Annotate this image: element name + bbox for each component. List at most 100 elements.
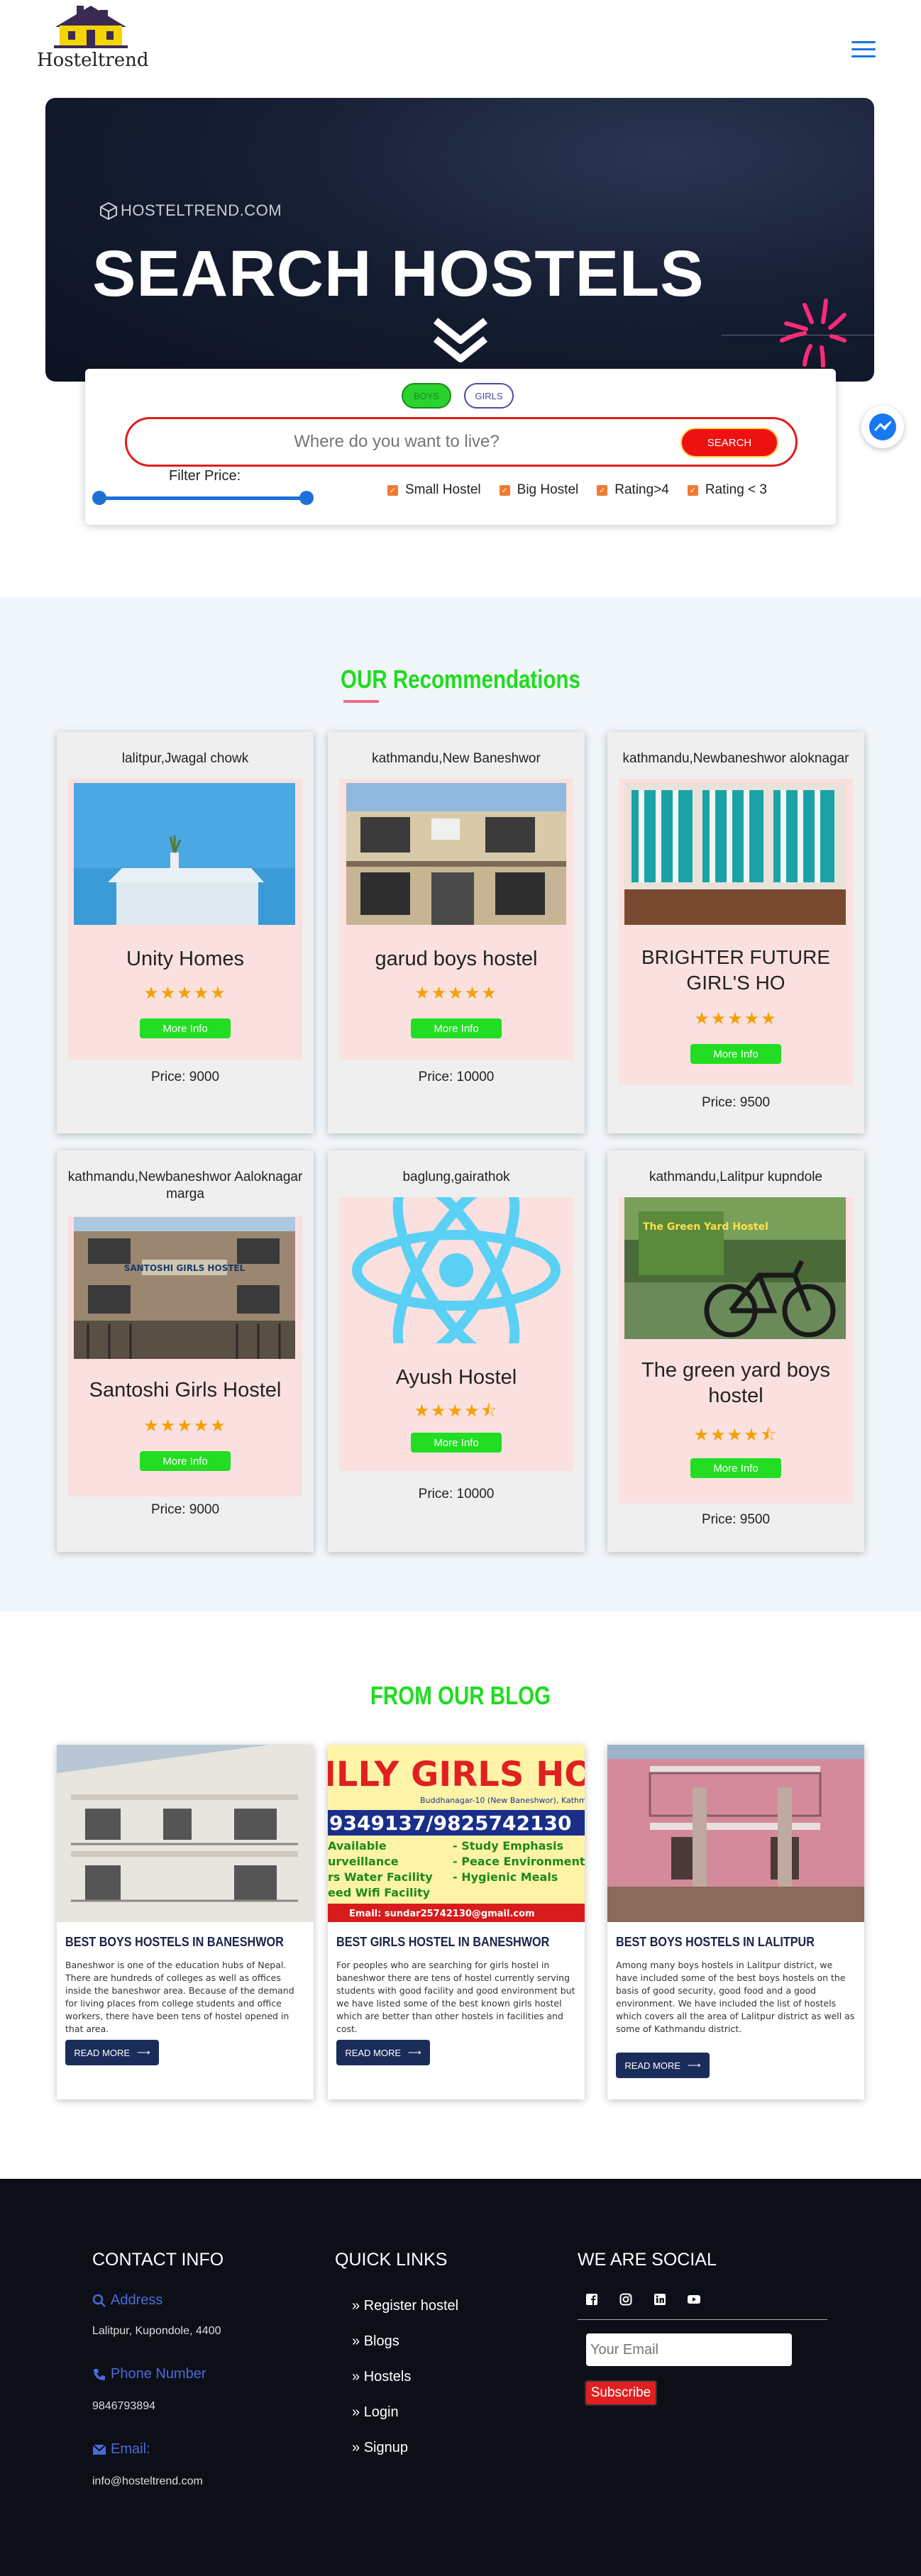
quick-link-label: Blogs (363, 2333, 399, 2349)
blog-heading[interactable]: BEST BOYS HOSTELS IN BANESHWOR (65, 1935, 284, 1950)
checkbox-icon[interactable]: ✓ (597, 484, 608, 496)
blog-image[interactable] (57, 1745, 314, 1922)
boys-toggle[interactable]: BOYS (402, 383, 451, 409)
banner-feature: rs Water Facility (328, 1870, 433, 1884)
slider-max-thumb[interactable] (299, 491, 314, 505)
more-info-button[interactable]: More Info (140, 1451, 231, 1471)
double-chevron-icon: » (352, 2369, 364, 2385)
blog-image[interactable] (607, 1745, 864, 1922)
quick-link-label: Login (363, 2404, 399, 2420)
double-chevron-icon: » (352, 2440, 364, 2455)
search-panel: BOYS GIRLS SEARCH Filter Price: ✓ Small H… (85, 369, 836, 525)
more-info-button[interactable]: More Info (140, 1018, 231, 1038)
hostel-card[interactable]: baglung,gairathok Ayush Hostel ★★★★⯪ Mor… (328, 1150, 585, 1552)
hostel-name: BRIGHTER FUTURE GIRL'S HO (641, 946, 830, 994)
hostel-card[interactable]: kathmandu,Newbaneshwor aloknagar BRIGHTE… (607, 732, 864, 1133)
blog-card[interactable]: BEST BOYS HOSTELS IN BANESHWOR Baneshwor… (57, 1745, 314, 2099)
check-label: Rating < 3 (705, 482, 768, 497)
hostel-name: Unity Homes (126, 948, 244, 970)
girls-toggle[interactable]: GIRLS (464, 383, 514, 409)
read-more-label: READ MORE (345, 2047, 402, 2058)
quick-link[interactable]: » Hostels (352, 2369, 411, 2385)
hostel-card[interactable]: lalitpur,Jwagal chowk Unity Homes ★★★★★ … (57, 732, 314, 1133)
more-info-button[interactable]: More Info (690, 1458, 781, 1478)
blog-heading[interactable]: BEST GIRLS HOSTEL IN BANESHWOR (336, 1935, 549, 1950)
price-slider[interactable] (92, 489, 314, 506)
address-label-text: Address (111, 2292, 163, 2308)
quick-link[interactable]: » Blogs (352, 2333, 399, 2350)
hero-brand-text: HOSTELTREND.COM (121, 201, 282, 219)
youtube-icon[interactable] (687, 2292, 701, 2306)
blog-heading[interactable]: BEST BOYS HOSTELS IN LALITPUR (616, 1935, 815, 1950)
checkbox-icon[interactable]: ✓ (387, 484, 398, 496)
phone-label: Phone Number (92, 2366, 206, 2382)
checkbox-icon[interactable]: ✓ (499, 484, 510, 496)
more-info-button[interactable]: More Info (690, 1044, 781, 1064)
search-button[interactable]: SEARCH (680, 428, 778, 457)
hostel-image[interactable] (74, 783, 295, 925)
double-chevron-icon: » (352, 2404, 364, 2420)
email-label: Email: (92, 2441, 150, 2458)
hostel-image[interactable] (346, 1197, 566, 1343)
hostel-image[interactable] (624, 783, 846, 925)
banner-feature: urveillance (328, 1855, 399, 1868)
hostel-card[interactable]: kathmandu,Newbaneshwor Aaloknagar marga … (57, 1150, 314, 1552)
star-rating: ★★★★★ (143, 984, 227, 1003)
filter-checks: ✓ Small Hostel ✓ Big Hostel ✓ Rating>4 ✓ Rat… (387, 482, 767, 498)
read-more-label: READ MORE (74, 2047, 131, 2058)
hostel-card[interactable]: kathmandu,New Baneshwor garud boys hoste… (328, 732, 585, 1133)
chevrons-down-icon[interactable] (429, 316, 492, 366)
star-rating: ★★★★★ (414, 984, 498, 1003)
phone-value[interactable]: 9846793894 (92, 2400, 155, 2413)
more-info-button[interactable]: More Info (411, 1433, 502, 1453)
check-rating-above-4[interactable]: ✓ Rating>4 (597, 482, 669, 498)
check-small-hostel[interactable]: ✓ Small Hostel (387, 482, 481, 498)
firework-icon (780, 299, 846, 367)
santoshi-sign-text: SANTOSHI GIRLS HOSTEL (124, 1263, 246, 1273)
search-bar: SEARCH (125, 417, 798, 467)
messenger-chat-button[interactable] (861, 406, 904, 448)
check-big-hostel[interactable]: ✓ Big Hostel (499, 482, 578, 498)
read-more-button[interactable]: READ MORE ⟶ (616, 2053, 710, 2078)
blog-card[interactable]: BEST BOYS HOSTELS IN LALITPUR Among many… (607, 1745, 864, 2099)
arrow-right-icon: ⟶ (137, 2047, 150, 2058)
slider-min-thumb[interactable] (92, 491, 106, 505)
social-divider (578, 2319, 827, 2320)
check-rating-below-3[interactable]: ✓ Rating < 3 (687, 482, 768, 498)
quick-link[interactable]: » Login (352, 2404, 399, 2421)
phone-icon (94, 2368, 105, 2380)
hostel-image[interactable] (346, 783, 566, 925)
hostel-image[interactable]: The Green Yard Hostel (624, 1197, 846, 1339)
read-more-button[interactable]: READ MORE ⟶ (336, 2040, 430, 2065)
subscribe-button[interactable]: Subscribe (585, 2380, 657, 2406)
blog-card[interactable]: ILLY GIRLS HOSTEL Buddhanagar-10 (New Ba… (328, 1745, 585, 2099)
search-input[interactable] (141, 426, 652, 457)
card-location: baglung,gairathok (402, 1170, 510, 1184)
quick-link[interactable]: » Signup (352, 2440, 408, 2456)
hamburger-icon[interactable] (851, 41, 876, 60)
linkedin-icon[interactable] (653, 2292, 667, 2306)
hostel-name: Ayush Hostel (395, 1366, 517, 1389)
quick-link[interactable]: » Register hostel (352, 2298, 458, 2314)
facebook-icon[interactable] (585, 2292, 599, 2306)
newsletter-email-input[interactable] (586, 2333, 792, 2366)
recommendations-section: OUR Recommendations lalitpur,Jwagal chow… (0, 597, 921, 1611)
blog-image[interactable]: ILLY GIRLS HOSTEL Buddhanagar-10 (New Ba… (328, 1745, 585, 1922)
card-location: kathmandu,Lalitpur kupndole (649, 1170, 822, 1184)
card-location: kathmandu,Newbaneshwor Aaloknagar marga (67, 1170, 303, 1201)
hostel-image[interactable]: SANTOSHI GIRLS HOSTEL (74, 1217, 295, 1359)
messenger-icon (869, 413, 896, 440)
check-label: Small Hostel (405, 482, 481, 497)
hostel-price: Price: 9500 (701, 1512, 771, 1527)
instagram-icon[interactable] (619, 2292, 633, 2306)
slider-track (99, 496, 307, 500)
checkbox-icon[interactable]: ✓ (687, 484, 698, 496)
hostel-card[interactable]: kathmandu,Lalitpur kupndole The Green Ya… (607, 1150, 864, 1552)
email-value[interactable]: info@hosteltrend.com (92, 2475, 203, 2488)
more-info-button[interactable]: More Info (411, 1018, 502, 1038)
read-more-button[interactable]: READ MORE ⟶ (65, 2040, 159, 2065)
card-location: kathmandu,Newbaneshwor aloknagar (622, 751, 849, 766)
quick-links-title: QUICK LINKS (335, 2250, 448, 2270)
recommendations-title: OUR Recommendations (341, 665, 580, 694)
banner-feature: eed Wifi Facility (328, 1886, 431, 1899)
